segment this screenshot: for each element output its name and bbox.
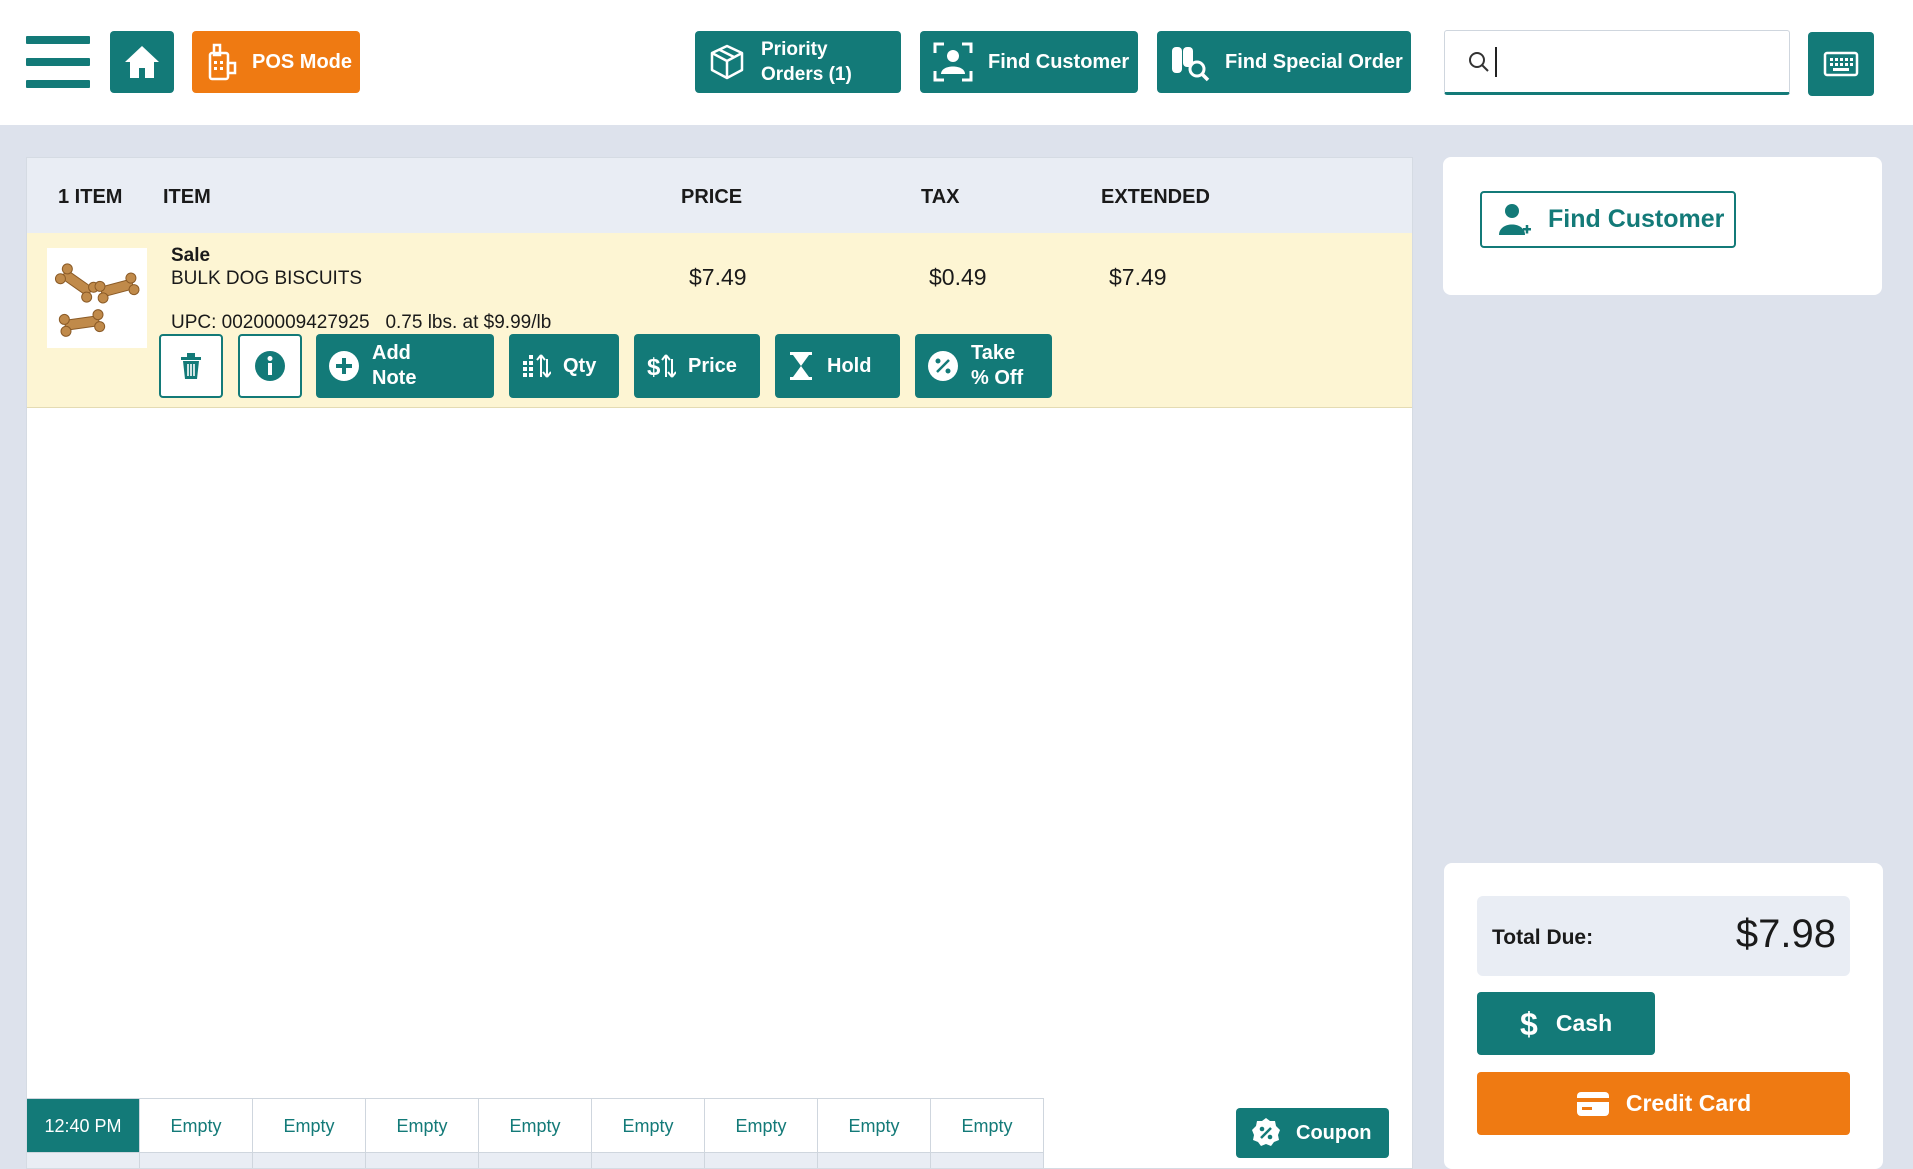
payment-panel: Total Due: $7.98 $ Cash Credit Card xyxy=(1444,863,1883,1169)
hold-label: Hold xyxy=(827,354,872,377)
svg-text:$: $ xyxy=(1520,1007,1538,1041)
price-label: Price xyxy=(688,354,737,377)
header-tax: TAX xyxy=(921,186,960,208)
cash-button[interactable]: $ Cash xyxy=(1477,992,1655,1055)
priority-orders-line1: Priority xyxy=(761,39,828,60)
header-extended: EXTENDED xyxy=(1101,186,1210,208)
take-percent-off-button[interactable]: Take % Off xyxy=(915,334,1052,398)
coupon-label: Coupon xyxy=(1296,1121,1372,1144)
credit-card-icon xyxy=(1576,1091,1609,1116)
home-icon xyxy=(125,46,159,78)
total-due-amount: $7.98 xyxy=(1735,912,1836,956)
table-header: 1 ITEM ITEM PRICE TAX EXTENDED xyxy=(27,158,1412,233)
percent-icon xyxy=(928,351,958,381)
dollar-arrows-icon: $ xyxy=(647,354,676,381)
user-plus-icon xyxy=(1499,203,1531,235)
credit-card-button[interactable]: Credit Card xyxy=(1477,1072,1850,1135)
dollar-icon: $ xyxy=(1520,1007,1538,1041)
row-price: $7.49 xyxy=(689,264,747,290)
info-icon xyxy=(255,351,285,381)
top-bar: POS Mode Priority Orders (1) Find Custome… xyxy=(0,0,1913,125)
keyboard-button[interactable] xyxy=(1808,32,1874,96)
hourglass-icon xyxy=(790,352,812,380)
row-sale-tag: Sale xyxy=(171,245,211,266)
text-caret xyxy=(1495,46,1497,77)
add-note-line2: Note xyxy=(372,367,417,389)
home-button[interactable] xyxy=(110,31,174,93)
row-item-name: BULK DOG BISCUITS xyxy=(171,268,363,289)
take-off-line2: % Off xyxy=(971,367,1024,389)
svg-text:$: $ xyxy=(647,354,661,381)
add-note-button[interactable]: Add Note xyxy=(316,334,494,398)
header-item-count: 1 ITEM xyxy=(58,186,123,208)
binoculars-search-icon xyxy=(1172,47,1210,82)
total-due-label: Total Due: xyxy=(1492,926,1594,949)
package-icon xyxy=(710,44,744,80)
coupon-icon xyxy=(1252,1118,1280,1146)
find-customer-top-label: Find Customer xyxy=(988,50,1130,73)
find-special-order-label: Find Special Order xyxy=(1225,50,1403,73)
qty-label: Qty xyxy=(563,354,597,377)
tab-empty-7[interactable]: Empty xyxy=(818,1098,931,1168)
add-note-line1: Add xyxy=(372,342,411,364)
find-special-order-button[interactable]: Find Special Order xyxy=(1157,31,1411,93)
held-transaction-tabs: 12:40 PM Empty Empty Empty Empty Empty E… xyxy=(27,1098,1044,1168)
tab-empty-4[interactable]: Empty xyxy=(479,1098,592,1168)
find-customer-top-button[interactable]: Find Customer xyxy=(920,31,1138,93)
search-box[interactable] xyxy=(1444,30,1790,95)
pos-terminal-icon xyxy=(208,43,237,81)
tab-empty-2[interactable]: Empty xyxy=(253,1098,366,1168)
total-due-box: Total Due: $7.98 xyxy=(1477,896,1850,976)
tab-current-time[interactable]: 12:40 PM xyxy=(27,1098,140,1168)
tab-empty-6[interactable]: Empty xyxy=(705,1098,818,1168)
cash-label: Cash xyxy=(1555,1010,1613,1036)
row-extended: $7.49 xyxy=(1109,264,1167,290)
product-thumbnail xyxy=(47,248,147,348)
pos-mode-button[interactable]: POS Mode xyxy=(192,31,360,93)
header-price: PRICE xyxy=(681,186,743,208)
priority-orders-button[interactable]: Priority Orders (1) xyxy=(695,31,901,93)
tab-empty-3[interactable]: Empty xyxy=(366,1098,479,1168)
delete-item-button[interactable] xyxy=(159,334,223,398)
row-upc-line: UPC: 00200009427925 0.75 lbs. at $9.99/l… xyxy=(171,312,552,333)
tab-empty-1[interactable]: Empty xyxy=(140,1098,253,1168)
item-info-button[interactable] xyxy=(238,334,302,398)
qty-bars-icon xyxy=(523,354,551,378)
keyboard-icon xyxy=(1823,51,1859,77)
customer-panel: Find Customer xyxy=(1443,157,1882,295)
search-icon xyxy=(1469,51,1489,72)
pos-mode-label: POS Mode xyxy=(252,50,353,73)
find-customer-label: Find Customer xyxy=(1548,205,1725,233)
price-button[interactable]: $ Price xyxy=(634,334,760,398)
hamburger-menu-icon[interactable] xyxy=(26,36,90,88)
credit-card-label: Credit Card xyxy=(1625,1090,1752,1116)
hold-button[interactable]: Hold xyxy=(775,334,900,398)
priority-orders-line2: Orders (1) xyxy=(761,64,852,85)
take-off-line1: Take xyxy=(971,342,1016,364)
qty-button[interactable]: Qty xyxy=(509,334,619,398)
tab-empty-8[interactable]: Empty xyxy=(931,1098,1044,1168)
table-row[interactable]: Sale BULK DOG BISCUITS UPC: 002000094279… xyxy=(27,233,1412,408)
row-tax: $0.49 xyxy=(929,264,987,290)
transaction-panel: 1 ITEM ITEM PRICE TAX EXTENDED Sale BULK… xyxy=(26,157,1413,1169)
user-scan-icon xyxy=(933,42,973,82)
tab-empty-5[interactable]: Empty xyxy=(592,1098,705,1168)
search-input[interactable] xyxy=(1507,50,1777,73)
find-customer-button[interactable]: Find Customer xyxy=(1480,191,1736,248)
plus-circle-icon xyxy=(329,351,359,381)
coupon-button[interactable]: Coupon xyxy=(1236,1108,1389,1158)
header-item: ITEM xyxy=(163,186,211,208)
trash-icon xyxy=(181,353,201,379)
